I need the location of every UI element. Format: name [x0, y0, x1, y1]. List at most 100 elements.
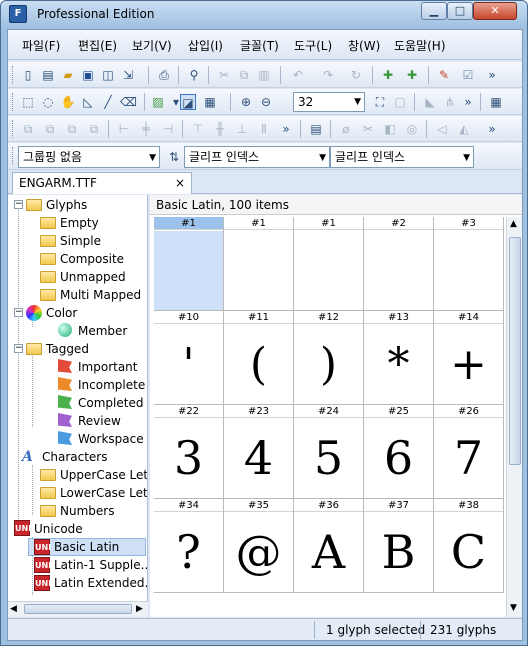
zoom-select[interactable]: 32 ▼	[293, 92, 365, 112]
toolbar-overflow-icon[interactable]: »	[278, 121, 294, 137]
tree-node-review[interactable]: Review	[78, 412, 121, 430]
glyph-cell[interactable]: #1	[294, 217, 364, 311]
add-glyphs-icon[interactable]: ✚	[404, 67, 420, 83]
tree-node-basic-latin[interactable]: Basic Latin	[54, 538, 119, 556]
menu-help[interactable]: 도움말(H)	[394, 37, 446, 54]
fit-selection-icon[interactable]: ▢	[392, 94, 408, 110]
scroll-left-icon[interactable]: ◀	[10, 604, 17, 614]
lasso-icon[interactable]: ◌	[40, 94, 56, 110]
toolbar-grip[interactable]	[12, 93, 15, 111]
tree-node-numbers[interactable]: Numbers	[60, 502, 114, 520]
glyph-cell[interactable]: #1	[224, 217, 294, 311]
tree-node-workspace[interactable]: Workspace	[78, 430, 144, 448]
grid-snap-icon[interactable]: ▦	[202, 94, 218, 110]
collapse-icon[interactable]: −	[14, 344, 23, 353]
toolbar-overflow-icon[interactable]: »	[484, 67, 500, 83]
mirror-v-icon[interactable]: ◭	[456, 121, 472, 137]
add-glyph-icon[interactable]: ✚	[380, 67, 396, 83]
tree-node-lowercase[interactable]: LowerCase Lett...	[60, 484, 147, 502]
menu-tools[interactable]: 도구(L)	[294, 37, 332, 54]
eraser-icon[interactable]: ⌫	[120, 94, 137, 110]
maximize-button[interactable]: □	[447, 2, 473, 20]
index-select-primary[interactable]: 글리프 인덱스 ▼	[184, 146, 330, 168]
glyph-cell[interactable]: #24 5	[294, 405, 364, 499]
zoom-out-icon[interactable]: ⊖	[258, 94, 274, 110]
tree-node-completed[interactable]: Completed	[78, 394, 143, 412]
fit-page-icon[interactable]: ⛶	[372, 94, 388, 110]
scroll-thumb[interactable]	[509, 237, 521, 465]
glyph-cell[interactable]: #1	[154, 217, 224, 311]
tree-node-member[interactable]: Member	[78, 322, 127, 340]
toolbar-overflow-icon[interactable]: »	[460, 94, 476, 110]
align-top-icon[interactable]: ⊤	[190, 121, 206, 137]
tree-node-uppercase[interactable]: UpperCase Lett...	[60, 466, 147, 484]
align-center-icon[interactable]: ╪	[138, 121, 154, 137]
glyph-cell[interactable]: #38 C	[434, 499, 504, 593]
new-template-icon[interactable]: ▤	[40, 67, 56, 83]
target-icon[interactable]: ◎	[404, 121, 420, 137]
glyph-cell[interactable]: #22 3	[154, 405, 224, 499]
node-icon[interactable]: ⋔	[442, 94, 458, 110]
scroll-down-icon[interactable]: ▼	[510, 603, 517, 613]
title-bar[interactable]: F Professional Edition ▁ □ ✕	[1, 1, 527, 29]
tree-node-simple[interactable]: Simple	[60, 232, 101, 250]
close-icon[interactable]: ×	[175, 173, 185, 193]
knife-icon[interactable]: ╱	[100, 94, 116, 110]
align-bottom-icon[interactable]: ⊥	[234, 121, 250, 137]
open-folder-icon[interactable]: ▰	[60, 67, 76, 83]
scissors-icon[interactable]: ✂	[360, 121, 376, 137]
toolbar-overflow-icon[interactable]: »	[484, 121, 500, 137]
mirror-h-icon[interactable]: ◁	[434, 121, 450, 137]
align-left-icon[interactable]: ⊢	[116, 121, 132, 137]
print-icon[interactable]: ⎙	[156, 67, 172, 83]
refresh-icon[interactable]: ↻	[348, 67, 364, 83]
tree-node-unicode[interactable]: Unicode	[34, 520, 83, 538]
flip-icon[interactable]: ◣	[422, 94, 438, 110]
glyph-cell[interactable]: #35 @	[224, 499, 294, 593]
ungroup-icon[interactable]: ⧉	[42, 121, 58, 137]
glyph-cell[interactable]: #12)	[294, 311, 364, 405]
rect-select-icon[interactable]: ⬚	[20, 94, 36, 110]
paste-icon[interactable]: ▥	[256, 67, 272, 83]
new-file-icon[interactable]: ▯	[20, 67, 36, 83]
tree-node-latin1-supplement[interactable]: Latin-1 Supple...	[54, 556, 147, 574]
align-right-icon[interactable]: ⊣	[160, 121, 176, 137]
glyph-cell[interactable]: #2	[364, 217, 434, 311]
glyph-cell[interactable]: #13 *	[364, 311, 434, 405]
panel-icon[interactable]: ▤	[308, 121, 324, 137]
glyph-cell[interactable]: #11 (	[224, 311, 294, 405]
toolbar-grip[interactable]	[12, 147, 15, 165]
grouping-select[interactable]: 그룹핑 없음 ▼	[18, 146, 160, 168]
align-middle-icon[interactable]: ╫	[212, 121, 228, 137]
save-icon[interactable]: ▣	[80, 67, 96, 83]
collapse-icon[interactable]: −	[14, 200, 23, 209]
glyph-cell[interactable]: #3	[434, 217, 504, 311]
distribute-icon[interactable]: ⫴	[256, 121, 272, 137]
cut-icon[interactable]: ✂	[216, 67, 232, 83]
close-button[interactable]: ✕	[473, 2, 517, 20]
tree-node-important[interactable]: Important	[78, 358, 138, 376]
glyph-cell[interactable]: #34?	[154, 499, 224, 593]
glyph-cell[interactable]: #10 '	[154, 311, 224, 405]
save-all-icon[interactable]: ◫	[100, 67, 116, 83]
tree-node-composite[interactable]: Composite	[60, 250, 124, 268]
tree-node-incomplete[interactable]: Incomplete	[78, 376, 145, 394]
glyph-category-tree[interactable]: − Glyphs Empty Simple Composite Unmapped…	[8, 195, 148, 601]
tree-horizontal-scrollbar[interactable]: ◀ ▶	[8, 601, 148, 617]
erase-shape-icon[interactable]: ⌀	[338, 121, 354, 137]
menu-view[interactable]: 보기(V)	[132, 37, 172, 54]
menu-font[interactable]: 글꼴(T)	[240, 37, 279, 54]
menu-insert[interactable]: 삽입(I)	[188, 37, 223, 54]
export-icon[interactable]: ⇲	[120, 67, 136, 83]
collapse-icon[interactable]: −	[14, 308, 23, 317]
tree-node-latin-extended[interactable]: Latin Extended...	[54, 574, 147, 592]
tree-node-multi-mapped[interactable]: Multi Mapped	[60, 286, 141, 304]
app-icon[interactable]: F	[9, 5, 27, 23]
hand-icon[interactable]: ✋	[60, 94, 76, 110]
validate-icon[interactable]: ✎	[436, 67, 452, 83]
glyph-cell[interactable]: #36 A	[294, 499, 364, 593]
break-icon[interactable]: ⧉	[86, 121, 102, 137]
scroll-thumb[interactable]	[24, 604, 132, 614]
sort-icon[interactable]: ⇅	[166, 149, 182, 165]
toolbar-grip[interactable]	[12, 120, 15, 138]
